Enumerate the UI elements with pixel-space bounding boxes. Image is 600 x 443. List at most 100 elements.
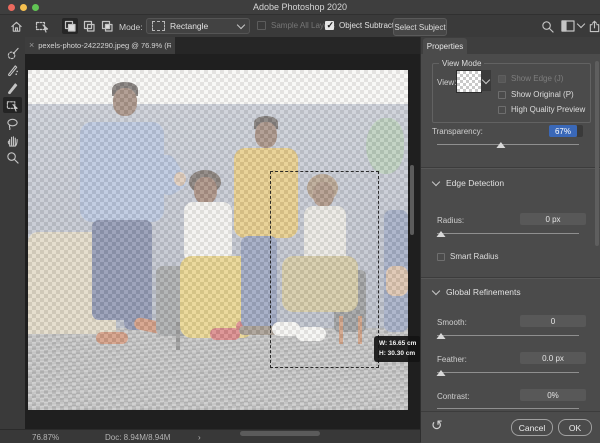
subtract-from-selection-icon[interactable] <box>99 18 115 34</box>
show-original-label: Show Original (P) <box>511 90 574 99</box>
reset-icon[interactable]: ↺ <box>431 418 443 432</box>
rectangle-mode-icon <box>152 21 165 31</box>
add-to-selection-icon[interactable] <box>81 18 97 34</box>
quick-selection-tool[interactable] <box>3 45 22 61</box>
object-selection-tool[interactable] <box>3 97 22 113</box>
selection-rectangle[interactable] <box>270 171 379 368</box>
canvas-vertical-scrollbar[interactable] <box>410 165 414 235</box>
canvas-horizontal-scrollbar[interactable] <box>240 431 320 436</box>
edge-detection-header[interactable]: Edge Detection <box>433 178 504 188</box>
zoom-level-field[interactable]: 76.87% <box>32 433 59 442</box>
radius-value: 0 px <box>545 215 560 224</box>
checkbox-icon <box>498 75 506 83</box>
global-refinements-header[interactable]: Global Refinements <box>433 287 521 297</box>
document-tab-bar: × pexels-photo-2422290.jpeg @ 76.9% (RGB… <box>25 37 420 54</box>
cancel-label: Cancel <box>519 423 545 433</box>
show-original-checkbox[interactable]: Show Original (P) <box>498 90 574 99</box>
transparency-slider[interactable] <box>437 141 579 148</box>
mode-dropdown[interactable]: Rectangle <box>146 18 250 34</box>
slider-thumb[interactable] <box>437 333 446 339</box>
contrast-value-field[interactable]: 0% <box>520 389 586 401</box>
chevron-down-icon <box>482 75 490 83</box>
high-quality-preview-checkbox[interactable]: High Quality Preview <box>498 105 585 114</box>
smooth-value-field[interactable]: 0 <box>520 315 586 327</box>
ok-label: OK <box>569 423 581 433</box>
window-title: Adobe Photoshop 2020 <box>0 2 600 12</box>
properties-panel: Properties View Mode View: Show Edge (J)… <box>420 37 600 442</box>
contrast-value: 0% <box>547 391 559 400</box>
photoshop-window: Adobe Photoshop 2020 Mode: Rectangle Sam… <box>0 0 600 442</box>
select-subject-button[interactable]: Select Subject <box>393 18 447 36</box>
panel-footer: ↺ Cancel OK <box>421 411 600 443</box>
tab-properties[interactable]: Properties <box>423 38 467 54</box>
feather-label: Feather: <box>437 355 467 364</box>
tooltip-height: H: 30.30 cm <box>379 349 416 359</box>
close-tab-icon[interactable]: × <box>29 41 34 50</box>
home-icon[interactable] <box>8 18 24 34</box>
workspace-icon[interactable] <box>560 18 576 34</box>
edge-detection-title: Edge Detection <box>446 178 504 188</box>
view-label: View: <box>437 78 456 87</box>
ok-button[interactable]: OK <box>558 419 592 436</box>
brush-tool[interactable] <box>3 80 22 96</box>
view-dropdown-button[interactable] <box>481 70 491 91</box>
workspace-chevron-icon[interactable] <box>577 20 585 28</box>
zoom-tool[interactable] <box>3 149 22 165</box>
view-thumbnail[interactable] <box>456 70 482 93</box>
transparency-label: Transparency: <box>432 127 483 136</box>
object-selection-tool-icon[interactable] <box>34 18 50 34</box>
lasso-tool[interactable] <box>3 115 22 131</box>
checkbox-icon <box>257 21 266 30</box>
divider <box>421 277 600 278</box>
smooth-slider[interactable] <box>437 332 579 339</box>
slider-thumb[interactable] <box>437 370 446 376</box>
chevron-down-icon <box>432 177 440 185</box>
checkbox-icon <box>437 253 445 261</box>
status-bar: 76.87% Doc: 8.94M/8.94M › <box>0 429 420 443</box>
search-icon[interactable] <box>539 18 555 34</box>
checkbox-checked-icon <box>325 21 334 30</box>
mode-label: Mode: <box>119 22 143 32</box>
tool-strip <box>0 37 26 425</box>
transparency-value: 67% <box>549 125 577 137</box>
smart-radius-label: Smart Radius <box>450 252 498 261</box>
doc-info-chevron-icon[interactable]: › <box>198 433 201 442</box>
checkbox-icon <box>498 106 506 114</box>
object-subtract-checkbox[interactable]: Object Subtract <box>325 21 394 30</box>
global-refinements-title: Global Refinements <box>446 287 521 297</box>
share-icon[interactable] <box>586 18 600 34</box>
tooltip-width: W: 16.65 cm <box>379 339 416 349</box>
hand-tool[interactable] <box>3 132 22 148</box>
new-selection-icon[interactable] <box>62 18 78 34</box>
panel-scrollbar[interactable] <box>595 61 599 246</box>
transparency-value-field[interactable]: 67% <box>549 125 583 137</box>
radius-value-field[interactable]: 0 px <box>520 213 586 225</box>
document-tab[interactable]: × pexels-photo-2422290.jpeg @ 76.9% (RGB… <box>25 37 175 54</box>
canvas-area[interactable]: W: 16.65 cm H: 30.30 cm <box>25 54 420 429</box>
mode-dropdown-value: Rectangle <box>170 21 233 31</box>
slider-thumb[interactable] <box>437 231 446 237</box>
refine-edge-brush-tool[interactable] <box>3 62 22 78</box>
field-nub <box>577 125 583 137</box>
show-edge-label: Show Edge (J) <box>511 74 563 83</box>
object-subtract-label: Object Subtract <box>339 21 394 30</box>
selection-size-tooltip: W: 16.65 cm H: 30.30 cm <box>374 336 420 362</box>
select-subject-label: Select Subject <box>394 23 445 32</box>
document-tab-title: pexels-photo-2422290.jpeg @ 76.9% (RGB/8… <box>38 41 171 50</box>
doc-size-text: Doc: 8.94M/8.94M <box>105 433 170 442</box>
options-toolbar: Mode: Rectangle Sample All Layers Object… <box>0 15 600 38</box>
radius-slider[interactable] <box>437 230 579 237</box>
high-quality-preview-label: High Quality Preview <box>511 105 585 114</box>
slider-thumb[interactable] <box>496 142 505 148</box>
sample-all-layers-checkbox[interactable]: Sample All Layers <box>257 21 335 30</box>
titlebar: Adobe Photoshop 2020 <box>0 0 600 15</box>
divider <box>421 167 600 168</box>
document-image[interactable] <box>28 70 408 410</box>
cancel-button[interactable]: Cancel <box>511 419 553 436</box>
smart-radius-checkbox[interactable]: Smart Radius <box>437 252 498 261</box>
view-mode-title: View Mode <box>439 59 484 68</box>
feather-value-field[interactable]: 0.0 px <box>520 352 586 364</box>
feather-slider[interactable] <box>437 369 579 376</box>
smooth-label: Smooth: <box>437 318 467 327</box>
show-edge-checkbox[interactable]: Show Edge (J) <box>498 74 563 83</box>
